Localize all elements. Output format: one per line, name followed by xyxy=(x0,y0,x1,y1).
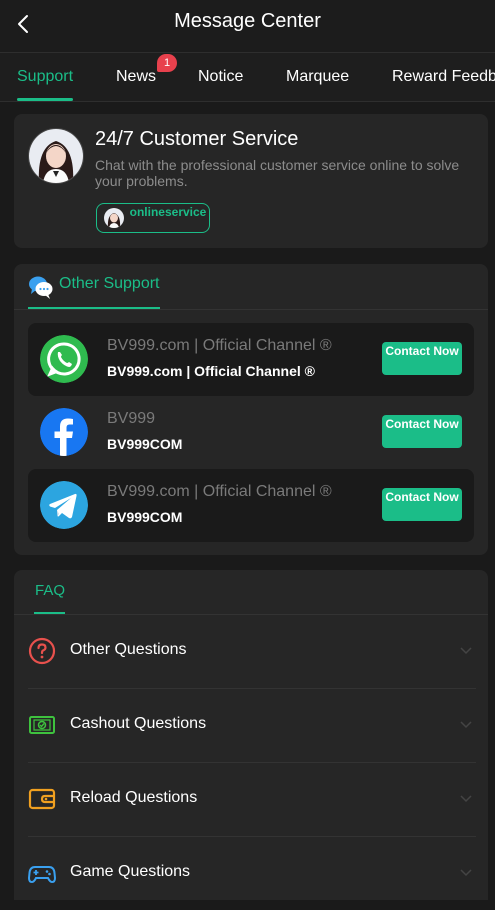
faq-item-label: Cashout Questions xyxy=(70,715,207,732)
news-badge: 1 xyxy=(157,54,177,72)
customer-service-title: 24/7 Customer Service xyxy=(95,128,299,150)
chat-bubbles-icon xyxy=(29,276,53,299)
chevron-down-icon xyxy=(460,795,472,803)
online-service-button[interactable]: onlineservice xyxy=(96,203,210,233)
channel-id: BV999COM xyxy=(107,436,183,452)
whatsapp-icon xyxy=(40,335,88,383)
faq-card: FAQ Other Questions Cashout Questions Re… xyxy=(14,570,488,900)
channel-id: BV999COM xyxy=(107,509,183,525)
contact-now-button[interactable]: Contact Now xyxy=(382,488,462,521)
other-support-card: Other Support BV999.com | Official Chann… xyxy=(14,264,488,555)
channel-name: BV999.com | Official Channel ® xyxy=(107,483,332,500)
cashout-icon xyxy=(29,716,55,734)
channel-whatsapp: BV999.com | Official Channel ® BV999.com… xyxy=(28,323,474,396)
faq-item-label: Other Questions xyxy=(70,641,187,658)
channel-id: BV999.com | Official Channel ® xyxy=(107,363,315,379)
channel-facebook: BV999 BV999COM Contact Now xyxy=(28,396,474,469)
faq-item-game-questions[interactable]: Game Questions xyxy=(28,837,476,910)
chevron-down-icon xyxy=(460,647,472,655)
tab-reward-feedback[interactable]: Reward Feedback xyxy=(392,68,495,86)
chevron-down-icon xyxy=(460,869,472,877)
chevron-down-icon xyxy=(460,721,472,729)
divider xyxy=(14,309,488,310)
faq-item-cashout-questions[interactable]: Cashout Questions xyxy=(28,689,476,763)
faq-item-label: Reload Questions xyxy=(70,789,198,806)
wallet-icon xyxy=(28,788,56,810)
active-tab-indicator xyxy=(17,98,73,101)
avatar xyxy=(104,208,124,228)
question-circle-icon xyxy=(28,637,56,665)
other-support-title: Other Support xyxy=(59,275,160,292)
telegram-icon xyxy=(40,481,88,529)
other-support-header: Other Support xyxy=(28,274,188,308)
customer-service-description: Chat with the professional customer serv… xyxy=(95,157,460,189)
page-title: Message Center xyxy=(174,10,321,32)
online-service-label: onlineservice xyxy=(129,205,207,219)
tab-bar: Support News Notice Marquee Reward Feedb… xyxy=(0,52,495,102)
tab-news[interactable]: News xyxy=(116,68,156,86)
contact-now-button[interactable]: Contact Now xyxy=(382,415,462,448)
tab-support[interactable]: Support xyxy=(17,68,73,86)
faq-item-other-questions[interactable]: Other Questions xyxy=(28,615,476,689)
facebook-icon xyxy=(40,408,88,456)
faq-item-label: Game Questions xyxy=(70,863,191,880)
avatar xyxy=(28,128,84,184)
faq-item-reload-questions[interactable]: Reload Questions xyxy=(28,763,476,837)
gamepad-icon xyxy=(28,866,56,884)
header: Message Center xyxy=(0,0,495,52)
channel-telegram: BV999.com | Official Channel ® BV999COM … xyxy=(28,469,474,542)
channel-name: BV999.com | Official Channel ® xyxy=(107,337,332,354)
tab-marquee[interactable]: Marquee xyxy=(286,68,349,86)
faq-title: FAQ xyxy=(35,582,66,599)
channel-name: BV999 xyxy=(107,410,156,427)
tab-notice[interactable]: Notice xyxy=(198,68,243,86)
customer-service-card[interactable]: 24/7 Customer Service Chat with the prof… xyxy=(14,114,488,248)
contact-now-button[interactable]: Contact Now xyxy=(382,342,462,375)
